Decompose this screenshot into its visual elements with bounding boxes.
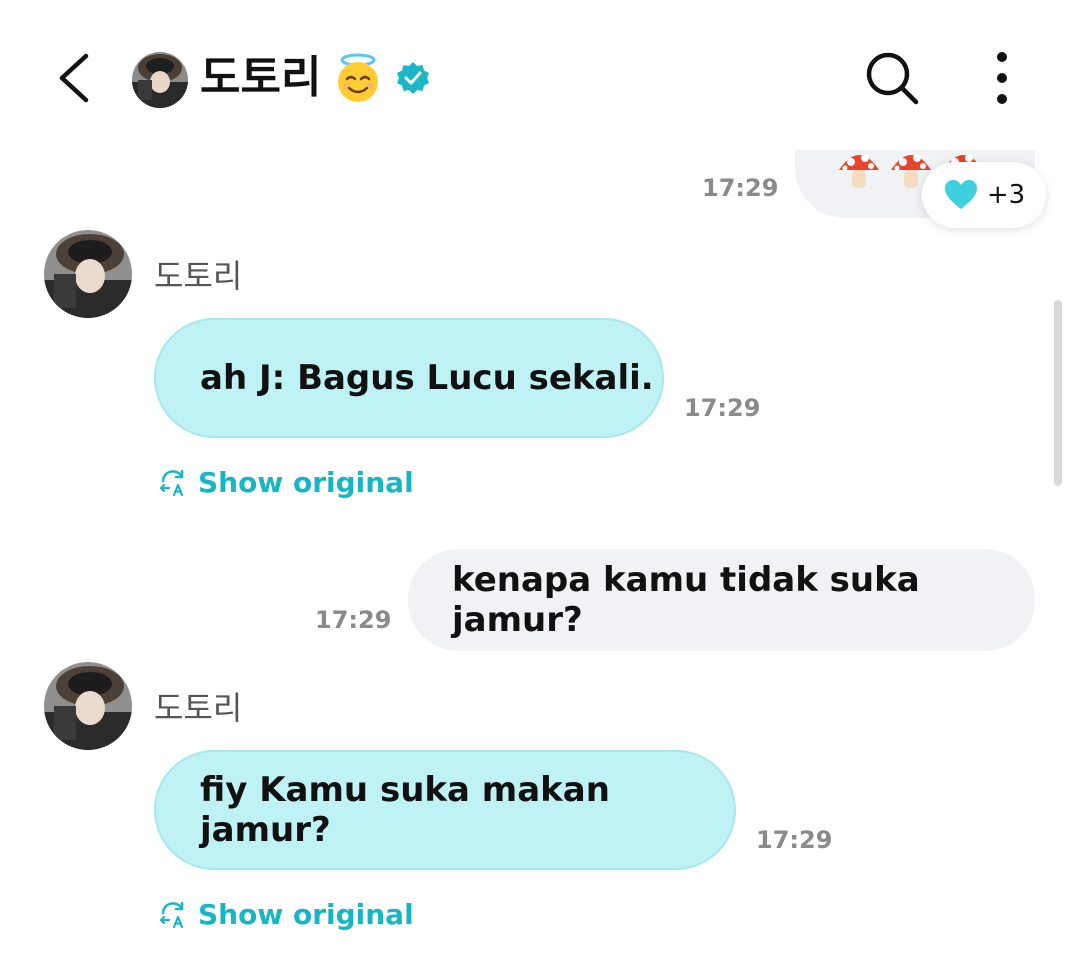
- message-bubble-incoming[interactable]: fiy Kamu suka makan jamur?: [154, 750, 736, 870]
- message-text: fiy Kamu suka makan jamur?: [200, 770, 610, 850]
- search-icon: [866, 52, 919, 105]
- chevron-left-icon: [59, 53, 89, 103]
- reaction-count: +3: [986, 180, 1026, 210]
- message-text: kenapa kamu tidak suka jamur?: [452, 560, 920, 640]
- more-options-button[interactable]: [982, 48, 1022, 108]
- page-title: 도토리: [200, 52, 322, 103]
- message-bubble-incoming[interactable]: ah J: Bagus Lucu sekali.: [154, 318, 664, 438]
- more-vertical-icon: [997, 52, 1007, 104]
- avatar[interactable]: [44, 662, 132, 750]
- translate-icon: [159, 469, 184, 496]
- message-timestamp: 17:29: [702, 174, 779, 202]
- show-original-link[interactable]: Show original: [158, 898, 414, 931]
- show-original-label: Show original: [198, 898, 414, 931]
- translate-icon: [159, 901, 184, 928]
- show-original-label: Show original: [198, 466, 414, 499]
- halo-emoji-icon: [332, 52, 384, 104]
- message-text: ah J: Bagus Lucu sekali.: [200, 358, 654, 398]
- message-timestamp: 17:29: [756, 826, 833, 854]
- chat-header: 도토리: [0, 0, 1080, 150]
- reaction-badge[interactable]: +3: [922, 162, 1046, 228]
- sender-name: 도토리: [154, 257, 243, 295]
- message-timestamp: 17:29: [684, 394, 761, 422]
- scrollbar[interactable]: [1054, 300, 1062, 486]
- message-bubble-outgoing[interactable]: kenapa kamu tidak suka jamur?: [408, 549, 1035, 651]
- search-button[interactable]: [862, 48, 922, 108]
- message-timestamp: 17:29: [315, 606, 392, 634]
- back-button[interactable]: [52, 50, 102, 106]
- sender-name: 도토리: [154, 689, 243, 727]
- show-original-link[interactable]: Show original: [158, 466, 414, 499]
- mushroom-icon: [839, 154, 879, 188]
- heart-icon: [944, 180, 977, 209]
- avatar[interactable]: [44, 230, 132, 318]
- avatar[interactable]: [132, 52, 188, 108]
- verified-badge-icon: [395, 60, 431, 96]
